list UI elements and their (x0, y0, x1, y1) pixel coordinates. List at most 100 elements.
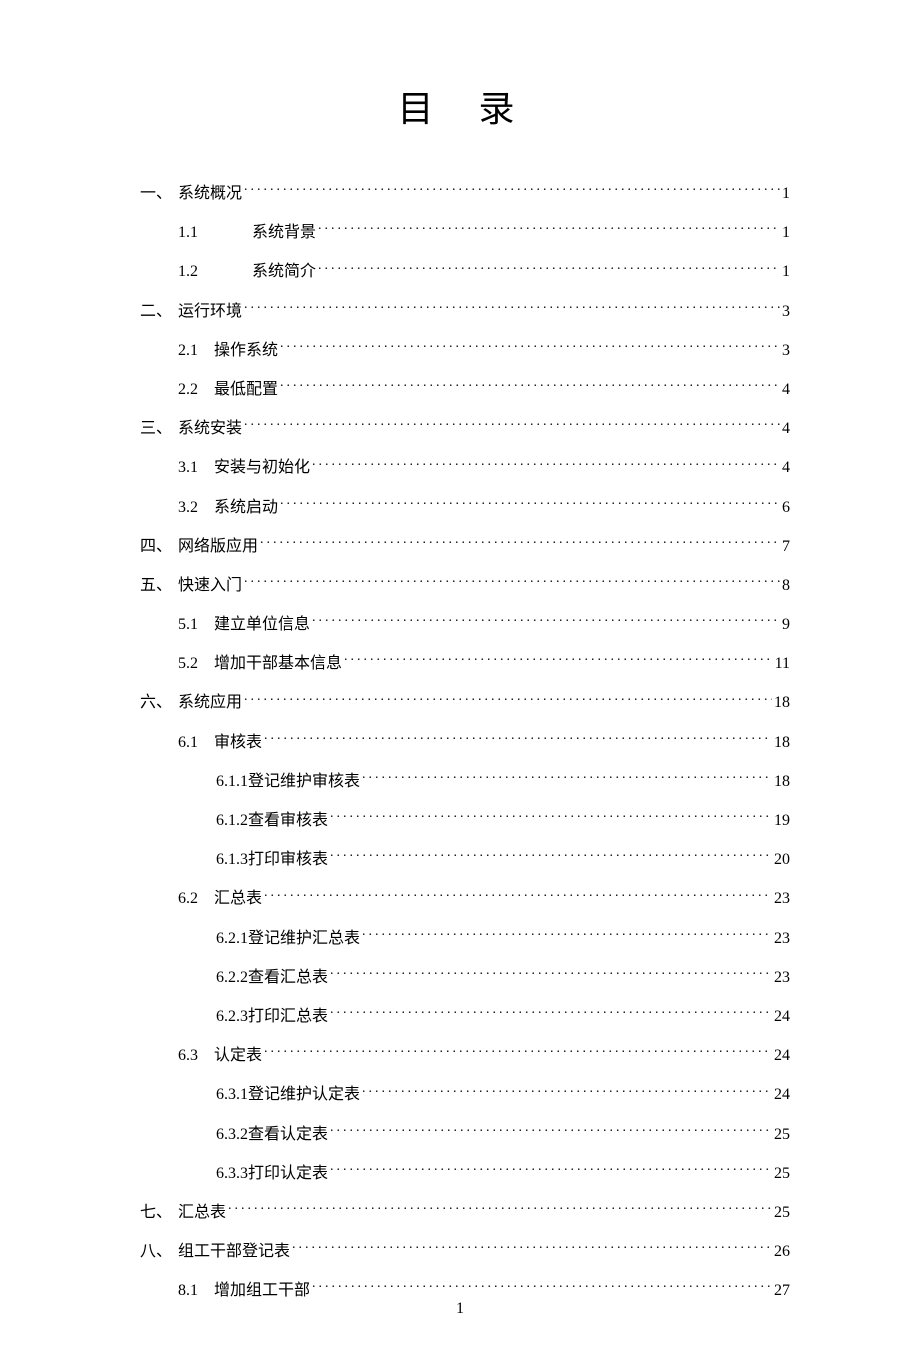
toc-leader-dots (280, 339, 780, 355)
toc-entry-page: 25 (774, 1203, 790, 1222)
toc-leader-dots (264, 1044, 772, 1060)
toc-entry-number: 四、 (140, 537, 178, 556)
toc-leader-dots (362, 927, 772, 943)
toc-entry-page: 24 (774, 1046, 790, 1065)
toc-entry: 2.1 操作系统3 (140, 339, 790, 360)
toc-entry-label: 网络版应用 (178, 537, 258, 556)
toc-entry-number: 二、 (140, 302, 178, 321)
toc-entry-page: 24 (774, 1085, 790, 1104)
toc-entry-page: 23 (774, 889, 790, 908)
toc-leader-dots (330, 1005, 772, 1021)
toc-entry-number: 1.1 (178, 223, 252, 242)
toc-entry: 6.3.2 查看认定表25 (140, 1123, 790, 1144)
toc-entry-label: 登记维护审核表 (248, 772, 360, 791)
toc-entry-label: 安装与初始化 (214, 458, 310, 477)
toc-entry-page: 8 (782, 576, 790, 595)
toc-entry-label: 打印认定表 (248, 1164, 328, 1183)
toc-leader-dots (318, 221, 780, 237)
toc-entry-number: 5.2 (178, 654, 214, 673)
toc-entry-page: 24 (774, 1007, 790, 1026)
toc-entry: 6.1.1 登记维护审核表18 (140, 770, 790, 791)
toc-entry: 六、系统应用18 (140, 691, 790, 712)
toc-entry-label: 认定表 (214, 1046, 262, 1065)
toc-entry-number: 一、 (140, 184, 178, 203)
toc-entry-label: 登记维护认定表 (248, 1085, 360, 1104)
toc-entry-page: 25 (774, 1125, 790, 1144)
toc-leader-dots (244, 417, 780, 433)
toc-entry-label: 打印汇总表 (248, 1007, 328, 1026)
toc-entry: 八、组工干部登记表 26 (140, 1240, 790, 1261)
toc-entry-label: 操作系统 (214, 341, 278, 360)
toc-leader-dots (264, 887, 772, 903)
toc-leader-dots (312, 1279, 772, 1295)
toc-entry-page: 11 (775, 654, 790, 673)
toc-leader-dots (330, 1162, 772, 1178)
toc-entry-label: 打印审核表 (248, 850, 328, 869)
toc-entry-number: 七、 (140, 1203, 178, 1222)
toc-entry-page: 18 (774, 772, 790, 791)
toc-leader-dots (244, 574, 780, 590)
toc-leader-dots (362, 1083, 772, 1099)
toc-entry-label: 登记维护汇总表 (248, 929, 360, 948)
toc-entry-label: 快速入门 (178, 576, 242, 595)
toc-entry-number: 6.3 (178, 1046, 214, 1065)
toc-entry-label: 增加组工干部 (214, 1281, 310, 1300)
toc-leader-dots (330, 1123, 772, 1139)
toc-leader-dots (292, 1240, 772, 1256)
toc-entry-page: 18 (774, 693, 790, 712)
toc-entry-page: 4 (782, 380, 790, 399)
toc-entry-page: 18 (774, 733, 790, 752)
toc-entry-label: 系统概况 (178, 184, 242, 203)
toc-entry-label: 汇总表 (214, 889, 262, 908)
toc-entry-label: 系统启动 (214, 498, 278, 517)
toc-entry-page: 4 (782, 458, 790, 477)
toc-entry-label: 运行环境 (178, 302, 242, 321)
toc-entry: 2.2 最低配置4 (140, 378, 790, 399)
toc-entry-number: 6.1.2 (216, 811, 248, 830)
toc-entry: 四、网络版应用 7 (140, 535, 790, 556)
toc-leader-dots (344, 652, 773, 668)
toc-entry: 6.2.1 登记维护汇总表23 (140, 927, 790, 948)
toc-entry: 6.1.2 查看审核表 19 (140, 809, 790, 830)
toc-entry-number: 三、 (140, 419, 178, 438)
toc-entry-page: 26 (774, 1242, 790, 1261)
toc-entry-label: 系统背景 (252, 223, 316, 242)
toc-entry: 6.2.3 打印汇总表24 (140, 1005, 790, 1026)
page-number: 1 (0, 1300, 920, 1318)
toc-leader-dots (312, 613, 780, 629)
toc-leader-dots (330, 848, 772, 864)
toc-entry-number: 6.2.2 (216, 968, 248, 987)
toc-leader-dots (330, 809, 772, 825)
toc-entry-number: 3.1 (178, 458, 214, 477)
toc-entry-label: 查看汇总表 (248, 968, 328, 987)
toc-entry-page: 19 (774, 811, 790, 830)
toc-entry: 6.3.3 打印认定表25 (140, 1162, 790, 1183)
toc-entry: 5.2 增加干部基本信息 11 (140, 652, 790, 673)
toc-entry: 6.1 审核表18 (140, 731, 790, 752)
toc-entry: 6.2.2 查看汇总表23 (140, 966, 790, 987)
toc-leader-dots (244, 691, 772, 707)
toc-entry-number: 3.2 (178, 498, 214, 517)
toc-entry-label: 审核表 (214, 733, 262, 752)
toc-entry-label: 汇总表 (178, 1203, 226, 1222)
toc-entry-label: 查看认定表 (248, 1125, 328, 1144)
toc-entry-number: 八、 (140, 1242, 178, 1261)
toc-entry: 1.1系统背景 1 (140, 221, 790, 242)
toc-entry-page: 1 (782, 262, 790, 281)
toc-entry-label: 查看审核表 (248, 811, 328, 830)
toc-entry-label: 组工干部登记表 (178, 1242, 290, 1261)
toc-entry-page: 20 (774, 850, 790, 869)
toc-entry-page: 3 (782, 302, 790, 321)
toc-entry-page: 7 (782, 537, 790, 556)
toc-entry: 8.1 增加组工干部27 (140, 1279, 790, 1300)
toc-title: 目 录 (140, 80, 790, 132)
toc-leader-dots (318, 260, 780, 276)
toc-entry-page: 23 (774, 929, 790, 948)
toc-entry-page: 1 (782, 223, 790, 242)
toc-entry-page: 9 (782, 615, 790, 634)
toc-entry: 五、快速入门8 (140, 574, 790, 595)
toc-entry-label: 增加干部基本信息 (214, 654, 342, 673)
document-page: 目 录 一、系统概况11.1系统背景11.2系统简介1二、运行环境32.1 操作… (0, 0, 920, 1358)
toc-leader-dots (280, 378, 780, 394)
toc-leader-dots (280, 496, 780, 512)
